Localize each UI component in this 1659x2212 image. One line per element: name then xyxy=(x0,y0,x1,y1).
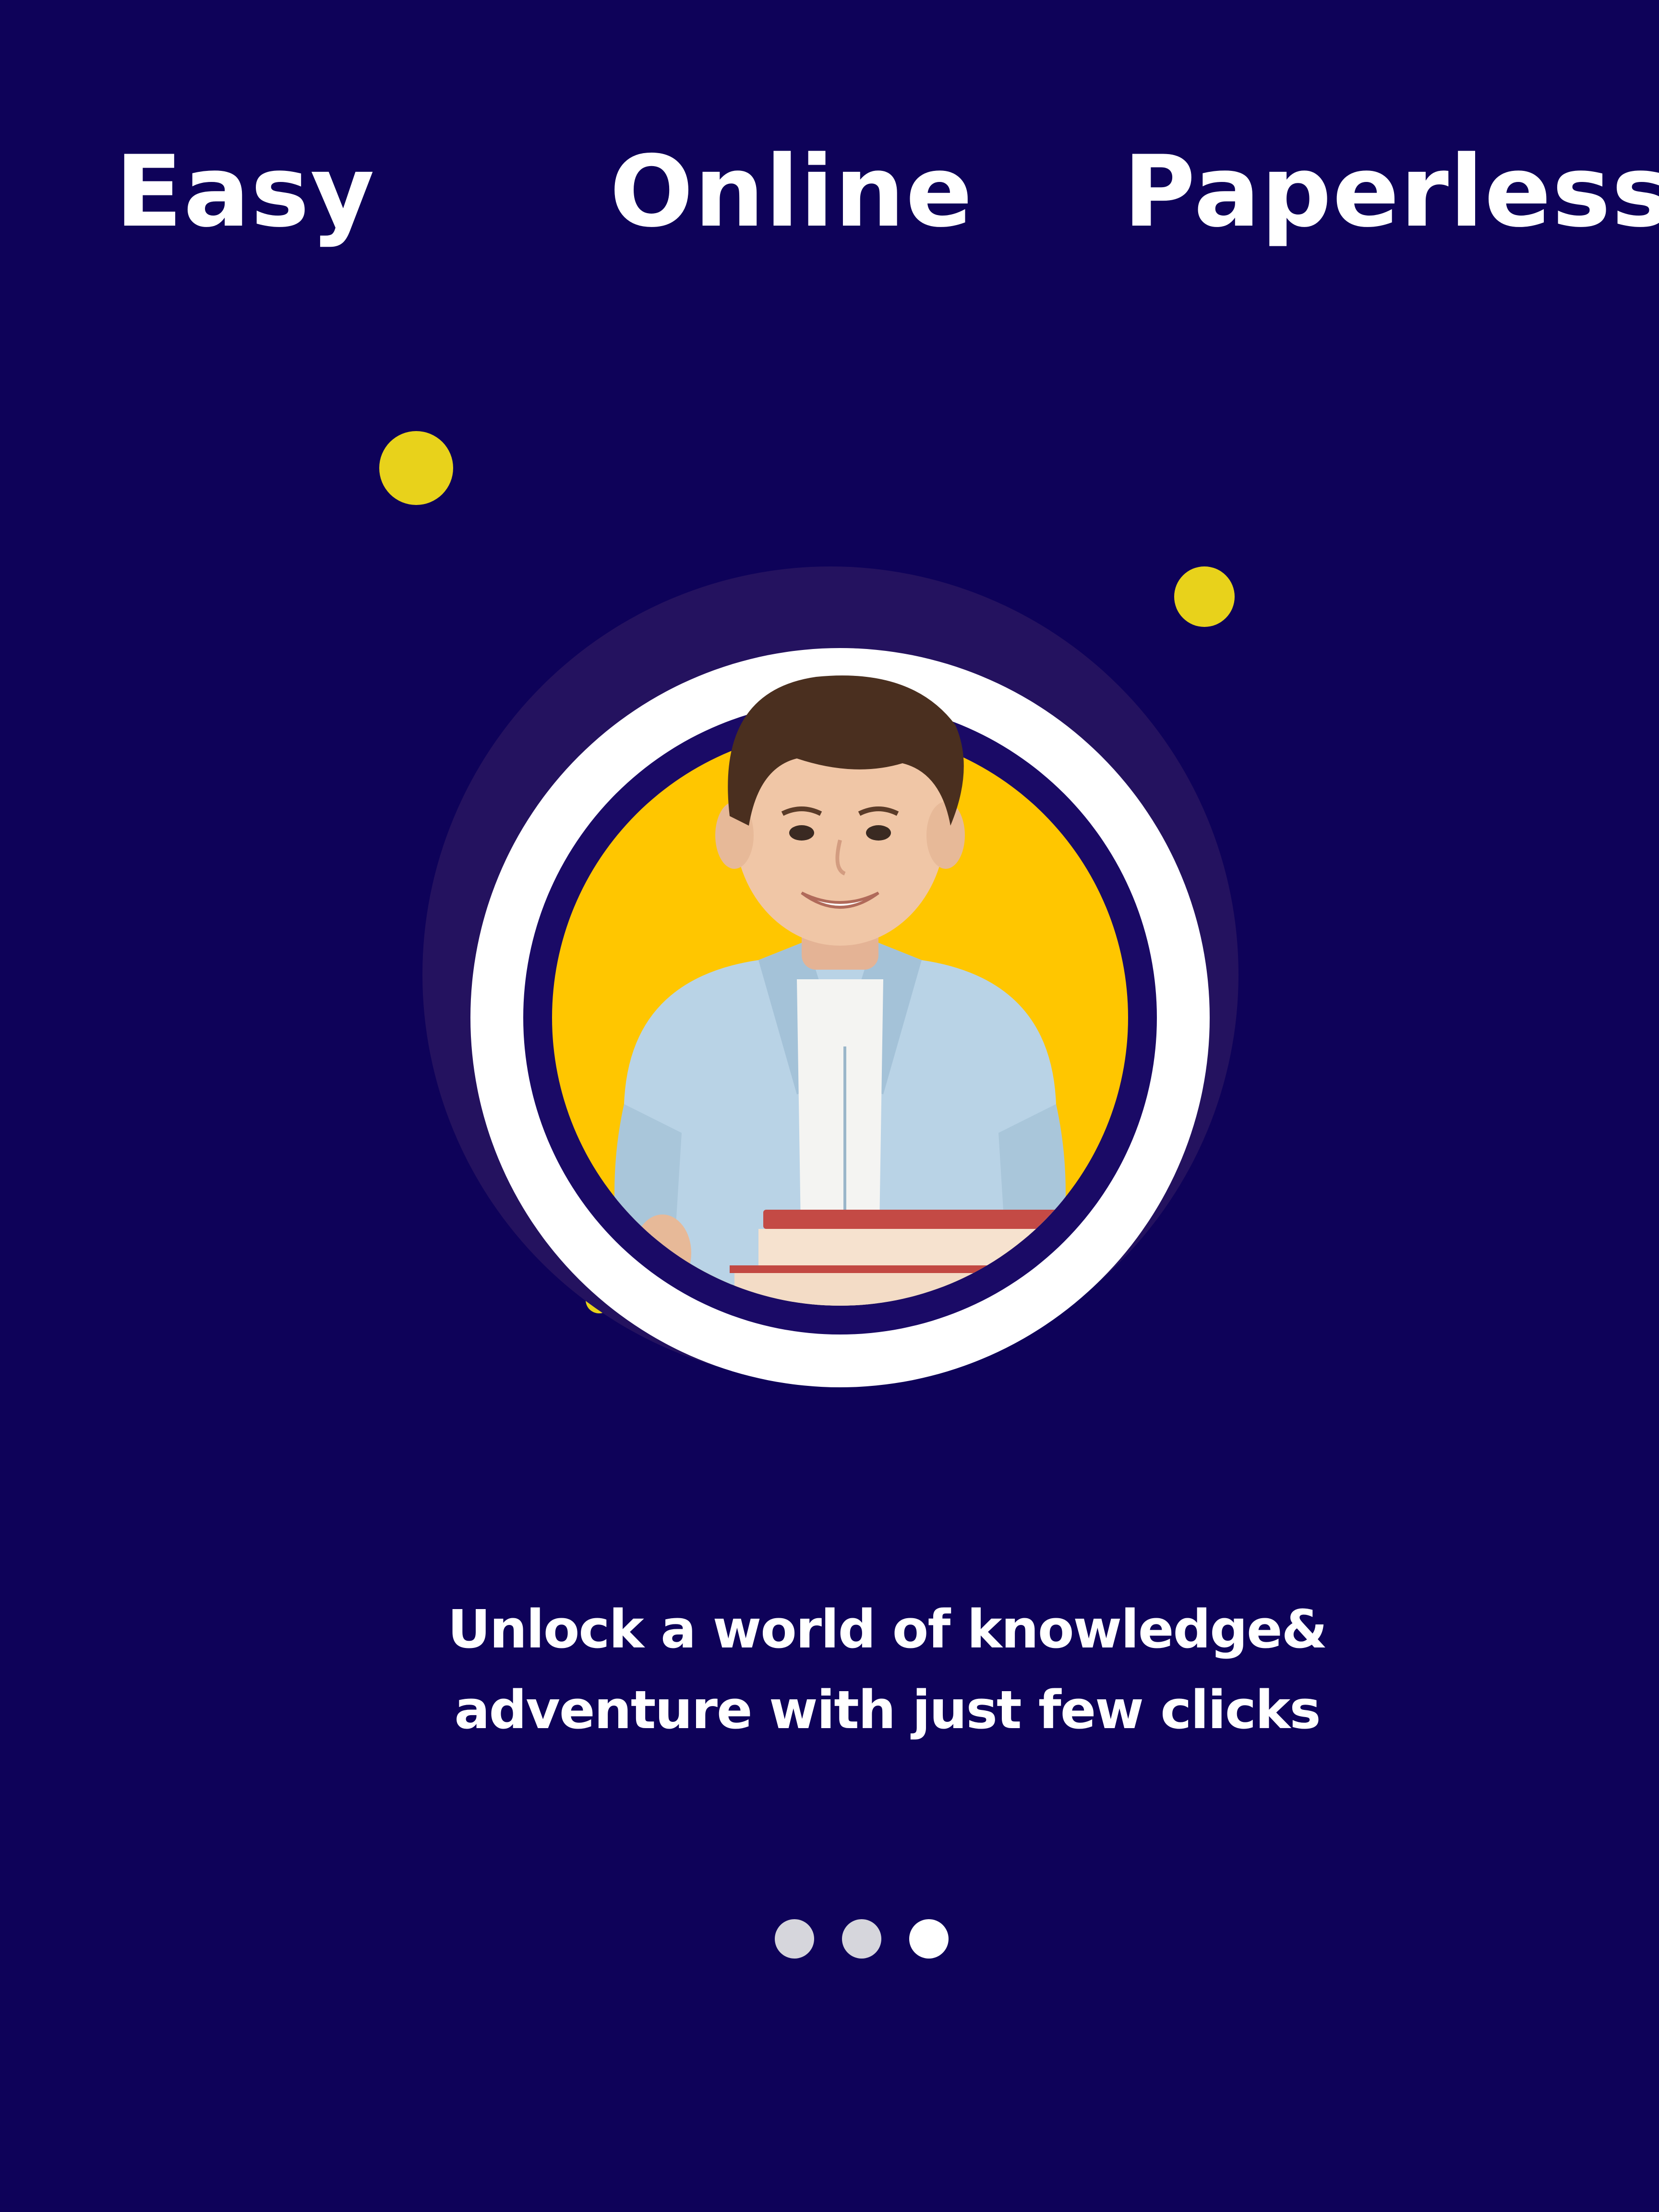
hero-illustration xyxy=(422,566,1238,1387)
decorative-dot-icon xyxy=(379,431,453,505)
feature-keywords: Easy Online Paperless xyxy=(0,130,1659,254)
pager-dot-1[interactable] xyxy=(775,1919,814,1959)
feature-paperless: Paperless xyxy=(1123,135,1659,249)
onboarding-screen: Easy Online Paperless Unlock a world of … xyxy=(0,0,1659,2212)
pager-dot-3-active[interactable] xyxy=(909,1919,949,1959)
feature-easy: Easy xyxy=(115,135,376,249)
pager-dot-2[interactable] xyxy=(842,1919,881,1959)
tagline-line-1: Unlock a world of knowledge& xyxy=(447,1599,1328,1660)
student-holding-books-icon xyxy=(605,675,1075,1306)
carousel-pager xyxy=(775,1919,957,1960)
feature-online: Online xyxy=(610,135,974,249)
tagline-line-2: adventure with just few clicks xyxy=(454,1679,1321,1741)
tagline: Unlock a world of knowledge& adventure w… xyxy=(0,1589,1659,1750)
